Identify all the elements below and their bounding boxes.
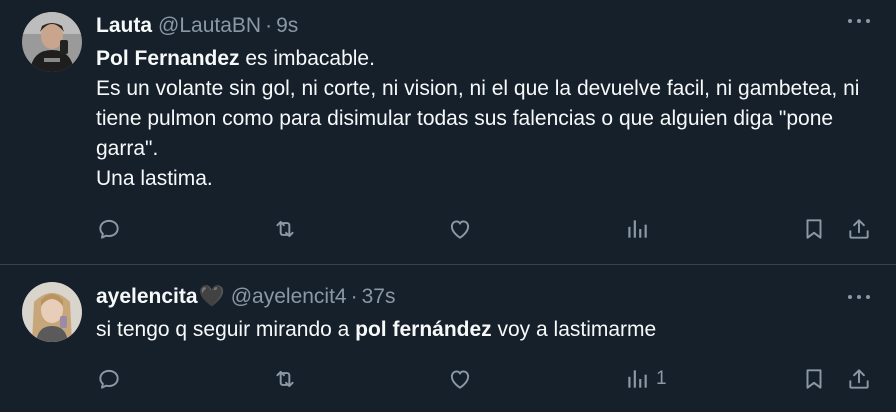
mention-bold: Pol Fernandez xyxy=(96,47,240,70)
tweet[interactable]: Lauta @LautaBN · 9s Pol Fernandez es imb… xyxy=(0,0,896,265)
tweet[interactable]: ayelencita 🖤 @ayelencit4 · 37s si tengo … xyxy=(0,265,896,412)
action-bar: 1 xyxy=(96,364,872,394)
display-name[interactable]: ayelencita xyxy=(96,285,198,309)
user-handle[interactable]: @LautaBN xyxy=(158,14,261,38)
views-button[interactable] xyxy=(624,216,656,242)
retweet-icon xyxy=(276,220,294,238)
bookmark-button[interactable] xyxy=(801,366,827,392)
separator: · xyxy=(350,285,358,308)
share-button[interactable] xyxy=(846,366,872,392)
analytics-icon xyxy=(628,370,647,388)
heart-icon xyxy=(450,220,470,239)
user-handle[interactable]: @ayelencit4 xyxy=(231,285,347,309)
tweet-header: Lauta @LautaBN · 9s xyxy=(96,12,880,40)
heart-icon xyxy=(450,370,470,389)
separator: · xyxy=(265,14,273,37)
action-bar xyxy=(96,214,872,244)
avatar[interactable] xyxy=(22,282,82,342)
more-options-icon[interactable] xyxy=(848,294,870,300)
avatar[interactable] xyxy=(22,12,82,72)
like-button[interactable] xyxy=(447,366,473,392)
tweet-text-pre: si tengo q seguir mirando a xyxy=(96,318,356,341)
reply-button[interactable] xyxy=(96,366,122,392)
views-count: 1 xyxy=(656,368,667,389)
reply-icon xyxy=(99,369,119,389)
reply-icon xyxy=(99,219,119,239)
analytics-icon xyxy=(628,220,647,238)
bookmark-button[interactable] xyxy=(801,216,827,242)
tweet-header: ayelencita 🖤 @ayelencit4 · 37s xyxy=(96,283,880,311)
timestamp[interactable]: 9s xyxy=(276,14,298,38)
timestamp[interactable]: 37s xyxy=(362,285,396,309)
retweet-icon xyxy=(276,370,294,388)
mention-bold: pol fernández xyxy=(355,318,492,341)
bookmark-icon xyxy=(806,369,822,389)
retweet-button[interactable] xyxy=(272,366,298,392)
like-button[interactable] xyxy=(447,216,473,242)
tweet-text-post: voy a lastimarme xyxy=(491,318,657,341)
bookmark-icon xyxy=(806,219,822,239)
more-options-icon[interactable] xyxy=(848,18,870,24)
retweet-button[interactable] xyxy=(272,216,298,242)
share-icon xyxy=(849,369,869,389)
black-heart-emoji: 🖤 xyxy=(198,285,225,308)
views-button[interactable]: 1 xyxy=(624,366,667,392)
tweet-text: si tengo q seguir mirando a pol fernánde… xyxy=(96,315,880,345)
tweet-text: Pol Fernandez es imbacable. Es un volant… xyxy=(96,44,880,194)
reply-button[interactable] xyxy=(96,216,122,242)
share-icon xyxy=(849,219,869,239)
display-name[interactable]: Lauta xyxy=(96,14,152,38)
share-button[interactable] xyxy=(846,216,872,242)
